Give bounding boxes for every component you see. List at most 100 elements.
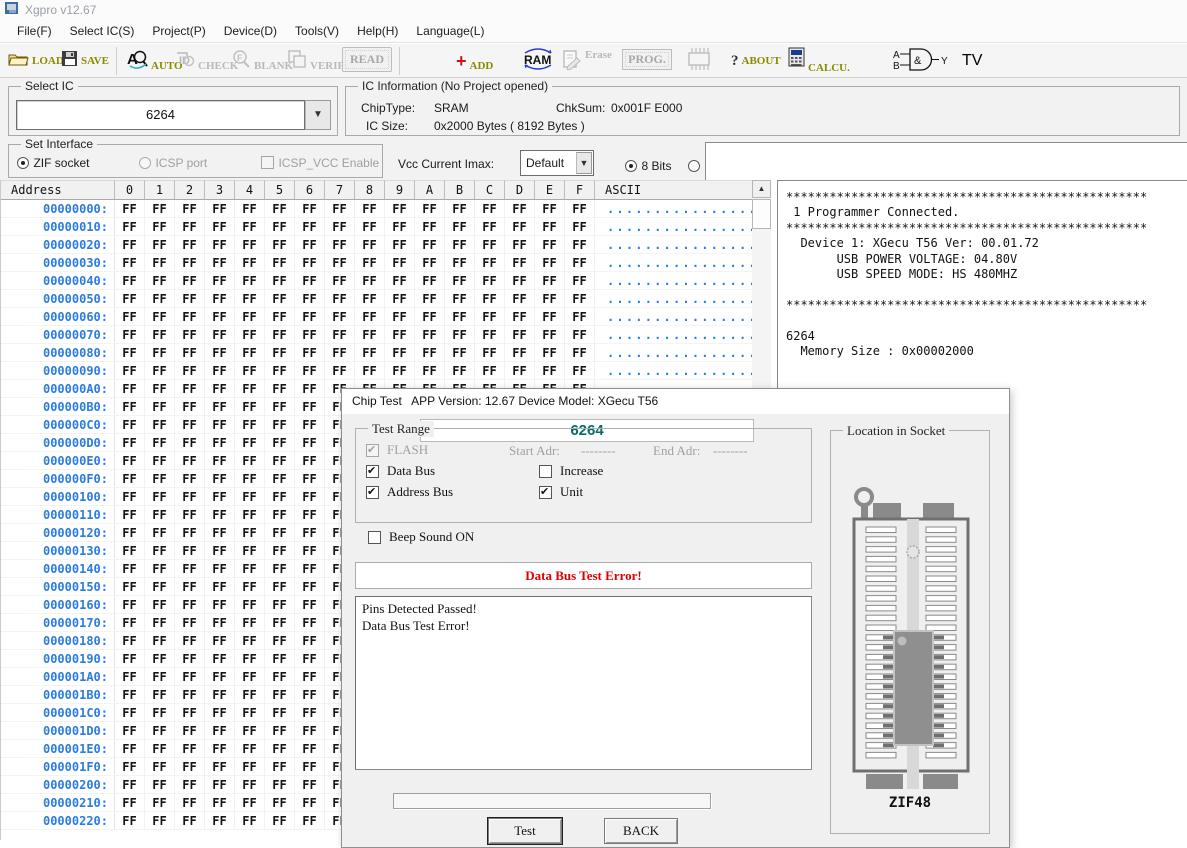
hex-byte-cell[interactable]: FF: [145, 416, 175, 433]
hex-byte-cell[interactable]: FF: [265, 776, 295, 793]
hex-byte-cell[interactable]: FF: [175, 596, 205, 613]
hex-byte-cell[interactable]: FF: [265, 578, 295, 595]
hex-byte-cell[interactable]: FF: [265, 524, 295, 541]
hex-byte-cell[interactable]: FF: [295, 578, 325, 595]
hex-byte-cell[interactable]: FF: [235, 344, 265, 361]
hex-byte-cell[interactable]: FF: [535, 362, 565, 379]
hex-byte-cell[interactable]: FF: [175, 794, 205, 811]
hex-byte-cell[interactable]: FF: [205, 434, 235, 451]
test-button[interactable]: Test: [488, 818, 562, 844]
hex-byte-cell[interactable]: FF: [535, 272, 565, 289]
hex-ascii-cell[interactable]: ................: [595, 272, 771, 289]
hex-byte-cell[interactable]: FF: [145, 758, 175, 775]
hex-byte-cell[interactable]: FF: [265, 488, 295, 505]
8bits-radio[interactable]: 8 Bits: [625, 157, 671, 175]
hex-byte-cell[interactable]: FF: [265, 758, 295, 775]
toolbar-tv-button[interactable]: TV: [962, 46, 985, 76]
hex-byte-cell[interactable]: FF: [415, 218, 445, 235]
hex-byte-cell[interactable]: FF: [295, 704, 325, 721]
hex-byte-cell[interactable]: FF: [385, 290, 415, 307]
hex-byte-cell[interactable]: FF: [205, 416, 235, 433]
hex-byte-cell[interactable]: FF: [505, 272, 535, 289]
hex-byte-cell[interactable]: FF: [115, 344, 145, 361]
hex-ascii-cell[interactable]: ................: [595, 200, 771, 217]
hex-byte-cell[interactable]: FF: [175, 308, 205, 325]
hex-byte-cell[interactable]: FF: [565, 344, 595, 361]
hex-byte-cell[interactable]: FF: [235, 704, 265, 721]
increase-checkbox[interactable]: Increase: [539, 463, 603, 479]
hex-byte-cell[interactable]: FF: [145, 362, 175, 379]
hex-byte-cell[interactable]: FF: [175, 722, 205, 739]
hex-byte-cell[interactable]: FF: [145, 254, 175, 271]
hex-byte-cell[interactable]: FF: [265, 452, 295, 469]
hex-byte-cell[interactable]: FF: [295, 722, 325, 739]
hex-byte-cell[interactable]: FF: [325, 272, 355, 289]
hex-byte-cell[interactable]: FF: [295, 434, 325, 451]
hex-byte-cell[interactable]: FF: [205, 200, 235, 217]
vcc-dropdown-button[interactable]: ▼: [576, 152, 592, 174]
hex-byte-cell[interactable]: FF: [565, 326, 595, 343]
hex-byte-cell[interactable]: FF: [535, 200, 565, 217]
hex-byte-cell[interactable]: FF: [175, 740, 205, 757]
hex-byte-cell[interactable]: FF: [385, 344, 415, 361]
hex-byte-cell[interactable]: FF: [325, 254, 355, 271]
hex-byte-cell[interactable]: FF: [325, 236, 355, 253]
hex-byte-cell[interactable]: FF: [205, 452, 235, 469]
hex-byte-cell[interactable]: FF: [265, 812, 295, 829]
hex-byte-cell[interactable]: FF: [565, 290, 595, 307]
hex-byte-cell[interactable]: FF: [145, 398, 175, 415]
hex-byte-cell[interactable]: FF: [145, 722, 175, 739]
hex-byte-cell[interactable]: FF: [205, 236, 235, 253]
data-bus-checkbox[interactable]: Data Bus: [366, 463, 435, 479]
hex-byte-cell[interactable]: FF: [115, 794, 145, 811]
unit-checkbox[interactable]: Unit: [539, 484, 583, 500]
hex-byte-cell[interactable]: FF: [265, 596, 295, 613]
hex-byte-cell[interactable]: FF: [385, 362, 415, 379]
toolbar-calcu-button[interactable]: CALCU.: [788, 44, 850, 74]
hex-byte-cell[interactable]: FF: [415, 236, 445, 253]
hex-byte-cell[interactable]: FF: [175, 290, 205, 307]
hex-byte-cell[interactable]: FF: [325, 362, 355, 379]
hex-byte-cell[interactable]: FF: [175, 524, 205, 541]
hex-byte-cell[interactable]: FF: [205, 524, 235, 541]
hex-byte-cell[interactable]: FF: [295, 614, 325, 631]
hex-byte-cell[interactable]: FF: [295, 740, 325, 757]
toolbar-add-button[interactable]: + ADD: [456, 46, 493, 76]
hex-byte-cell[interactable]: FF: [145, 344, 175, 361]
hex-byte-cell[interactable]: FF: [445, 308, 475, 325]
hex-byte-cell[interactable]: FF: [115, 812, 145, 829]
ic-combo-box[interactable]: 6264: [16, 100, 305, 130]
hex-byte-cell[interactable]: FF: [205, 506, 235, 523]
hex-byte-cell[interactable]: FF: [175, 470, 205, 487]
hex-byte-cell[interactable]: FF: [235, 488, 265, 505]
hex-byte-cell[interactable]: FF: [295, 344, 325, 361]
hex-byte-cell[interactable]: FF: [205, 308, 235, 325]
hex-byte-cell[interactable]: FF: [535, 254, 565, 271]
hex-byte-cell[interactable]: FF: [445, 200, 475, 217]
hex-byte-cell[interactable]: FF: [265, 740, 295, 757]
hex-byte-cell[interactable]: FF: [145, 272, 175, 289]
hex-byte-cell[interactable]: FF: [115, 326, 145, 343]
hex-byte-cell[interactable]: FF: [295, 776, 325, 793]
hex-byte-cell[interactable]: FF: [175, 614, 205, 631]
hex-byte-cell[interactable]: FF: [295, 254, 325, 271]
hex-byte-cell[interactable]: FF: [205, 344, 235, 361]
hex-byte-cell[interactable]: FF: [265, 794, 295, 811]
hex-byte-cell[interactable]: FF: [145, 542, 175, 559]
hex-byte-cell[interactable]: FF: [145, 776, 175, 793]
hex-byte-cell[interactable]: FF: [205, 218, 235, 235]
hex-ascii-cell[interactable]: ................: [595, 326, 771, 343]
hex-byte-cell[interactable]: FF: [535, 344, 565, 361]
hex-ascii-cell[interactable]: ................: [595, 344, 771, 361]
hex-byte-cell[interactable]: FF: [295, 398, 325, 415]
hex-byte-cell[interactable]: FF: [175, 560, 205, 577]
hex-byte-cell[interactable]: FF: [295, 686, 325, 703]
hex-byte-cell[interactable]: FF: [115, 542, 145, 559]
hex-byte-cell[interactable]: FF: [235, 794, 265, 811]
hex-byte-cell[interactable]: FF: [175, 326, 205, 343]
hex-byte-cell[interactable]: FF: [175, 650, 205, 667]
hex-byte-cell[interactable]: FF: [295, 758, 325, 775]
hex-byte-cell[interactable]: FF: [175, 488, 205, 505]
hex-byte-cell[interactable]: FF: [175, 434, 205, 451]
hex-byte-cell[interactable]: FF: [445, 362, 475, 379]
